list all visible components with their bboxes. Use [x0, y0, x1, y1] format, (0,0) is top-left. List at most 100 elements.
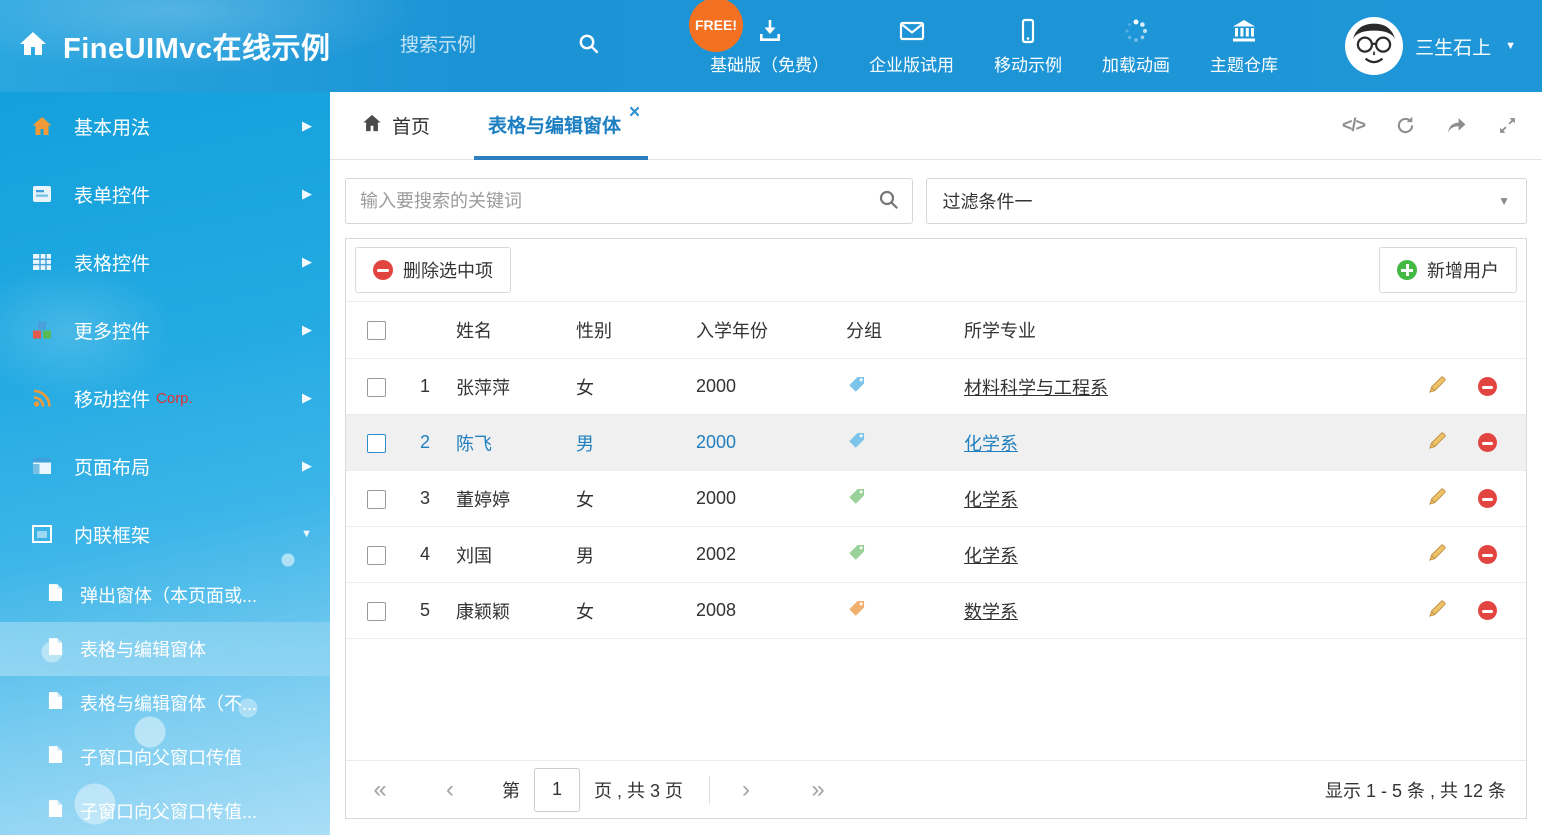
- file-icon: [48, 637, 63, 661]
- cell-year: 2008: [686, 583, 836, 639]
- nav-label: 企业版试用: [869, 51, 954, 76]
- close-icon[interactable]: ×: [629, 103, 640, 122]
- delete-selected-button[interactable]: 删除选中项: [355, 247, 511, 293]
- user-menu[interactable]: 三生石上 ▼: [1345, 17, 1516, 75]
- col-group: 分组: [836, 302, 954, 359]
- major-link[interactable]: 化学系: [964, 546, 1018, 566]
- row-checkbox[interactable]: [367, 602, 386, 621]
- major-link[interactable]: 数学系: [964, 602, 1018, 622]
- row-checkbox[interactable]: [367, 546, 386, 565]
- edit-icon[interactable]: [1428, 431, 1447, 455]
- nav-theme-store[interactable]: 主题仓库: [1210, 17, 1278, 76]
- tag-icon: [848, 487, 866, 510]
- row-checkbox[interactable]: [367, 490, 386, 509]
- select-all-checkbox[interactable]: [367, 321, 386, 340]
- table-row[interactable]: 5 康颖颖 女 2008 数学系: [346, 583, 1526, 639]
- last-page-icon[interactable]: »: [804, 776, 832, 804]
- table-icon: [30, 250, 54, 274]
- tab-grid-edit-window[interactable]: 表格与编辑窗体 ×: [474, 92, 648, 160]
- delete-icon[interactable]: [1478, 545, 1497, 564]
- sidebar-item-grid-controls[interactable]: 表格控件 ▶: [0, 228, 330, 296]
- page-label: 第: [502, 777, 520, 803]
- pagination: « ‹ 第 页 , 共 3 页 › » 显示 1 - 5 条 , 共 12 条: [346, 760, 1526, 818]
- tab-tools: </>: [1342, 92, 1518, 159]
- sidebar-item-inline-frame[interactable]: 内联框架 ▼: [0, 500, 330, 568]
- edit-icon[interactable]: [1428, 543, 1447, 567]
- search-icon[interactable]: [878, 189, 900, 216]
- chevron-right-icon: ▶: [302, 322, 312, 338]
- sidebar-subitem-grid-edit-window-2[interactable]: 表格与编辑窗体（不...: [0, 676, 330, 730]
- source-code-icon[interactable]: </>: [1342, 115, 1365, 136]
- sidebar-subitem-popup-window[interactable]: 弹出窗体（本页面或...: [0, 568, 330, 622]
- top-nav: 基础版（免费） 企业版试用 移动示例 加载动画: [710, 17, 1278, 76]
- cell-name: 陈飞: [446, 415, 566, 471]
- home-icon: [30, 114, 54, 138]
- cell-year: 2000: [686, 359, 836, 415]
- free-badge: FREE!: [689, 0, 743, 52]
- row-checkbox[interactable]: [367, 434, 386, 453]
- table-row[interactable]: 3 董婷婷 女 2000 化学系: [346, 471, 1526, 527]
- table-row[interactable]: 1 张萍萍 女 2000 材料科学与工程系: [346, 359, 1526, 415]
- sidebar-subitem-child-to-parent[interactable]: 子窗口向父窗口传值: [0, 730, 330, 784]
- spinner-icon: [1123, 17, 1149, 44]
- major-link[interactable]: 化学系: [964, 490, 1018, 510]
- edit-icon[interactable]: [1428, 599, 1447, 623]
- table-search-input[interactable]: [345, 178, 913, 224]
- page-number-input[interactable]: [534, 768, 580, 812]
- next-page-icon[interactable]: ›: [732, 776, 760, 804]
- sidebar-subitem-child-to-parent-2[interactable]: 子窗口向父窗口传值...: [0, 784, 330, 835]
- sidebar-item-form-controls[interactable]: 表单控件 ▶: [0, 160, 330, 228]
- share-icon[interactable]: [1446, 115, 1467, 136]
- search-icon[interactable]: [578, 33, 600, 60]
- nav-label: 基础版（免费）: [710, 51, 829, 76]
- header-search-input[interactable]: [398, 34, 552, 58]
- delete-icon[interactable]: [1478, 433, 1497, 452]
- edit-icon[interactable]: [1428, 487, 1447, 511]
- corp-badge: Corp.: [156, 390, 294, 407]
- edit-icon[interactable]: [1428, 375, 1447, 399]
- caret-down-icon: ▼: [1505, 40, 1516, 52]
- add-user-button[interactable]: 新增用户: [1379, 247, 1517, 293]
- delete-icon[interactable]: [1478, 601, 1497, 620]
- nav-label: 加载动画: [1102, 51, 1170, 76]
- prev-page-icon[interactable]: ‹: [436, 776, 464, 804]
- app: FineUIMvc在线示例 FREE! 基础版（免费） 企业版试用: [0, 0, 1542, 835]
- grid-toolbar: 删除选中项 新增用户: [346, 239, 1526, 302]
- cell-year: 2000: [686, 415, 836, 471]
- filter-row: 过滤条件一 ▼: [345, 178, 1527, 224]
- tag-icon: [848, 375, 866, 398]
- nav-enterprise-trial[interactable]: 企业版试用: [869, 17, 954, 76]
- sidebar-item-page-layout[interactable]: 页面布局 ▶: [0, 432, 330, 500]
- blocks-icon: [30, 318, 54, 342]
- nav-mobile-demo[interactable]: 移动示例: [994, 17, 1062, 76]
- table-row[interactable]: 4 刘国 男 2002 化学系: [346, 527, 1526, 583]
- table-row[interactable]: 2 陈飞 男 2000 化学系: [346, 415, 1526, 471]
- first-page-icon[interactable]: «: [366, 776, 394, 804]
- bank-icon: [1231, 17, 1257, 44]
- cell-gender: 男: [566, 527, 686, 583]
- delete-icon[interactable]: [1478, 489, 1497, 508]
- refresh-icon[interactable]: [1395, 115, 1416, 136]
- tab-home[interactable]: 首页: [346, 92, 446, 159]
- sidebar-item-basic-usage[interactable]: 基本用法 ▶: [0, 92, 330, 160]
- row-number: 2: [404, 415, 446, 471]
- sidebar-item-more-controls[interactable]: 更多控件 ▶: [0, 296, 330, 364]
- major-link[interactable]: 材料科学与工程系: [964, 378, 1108, 398]
- row-checkbox[interactable]: [367, 378, 386, 397]
- delete-icon[interactable]: [1478, 377, 1497, 396]
- minus-circle-icon: [373, 260, 393, 280]
- sidebar-item-mobile-controls[interactable]: 移动控件 Corp. ▶: [0, 364, 330, 432]
- sidebar-subitem-grid-edit-window[interactable]: 表格与编辑窗体: [0, 622, 330, 676]
- file-icon: [48, 691, 63, 715]
- row-number: 5: [404, 583, 446, 639]
- chevron-right-icon: ▶: [302, 118, 312, 134]
- brand[interactable]: FineUIMvc在线示例: [0, 25, 398, 67]
- frame-icon: [30, 522, 54, 546]
- nav-loading-animation[interactable]: 加载动画: [1102, 17, 1170, 76]
- cell-name: 董婷婷: [446, 471, 566, 527]
- expand-icon[interactable]: [1497, 115, 1518, 136]
- major-link[interactable]: 化学系: [964, 434, 1018, 454]
- avatar: [1345, 17, 1403, 75]
- filter-dropdown[interactable]: 过滤条件一 ▼: [926, 178, 1528, 224]
- cell-name: 刘国: [446, 527, 566, 583]
